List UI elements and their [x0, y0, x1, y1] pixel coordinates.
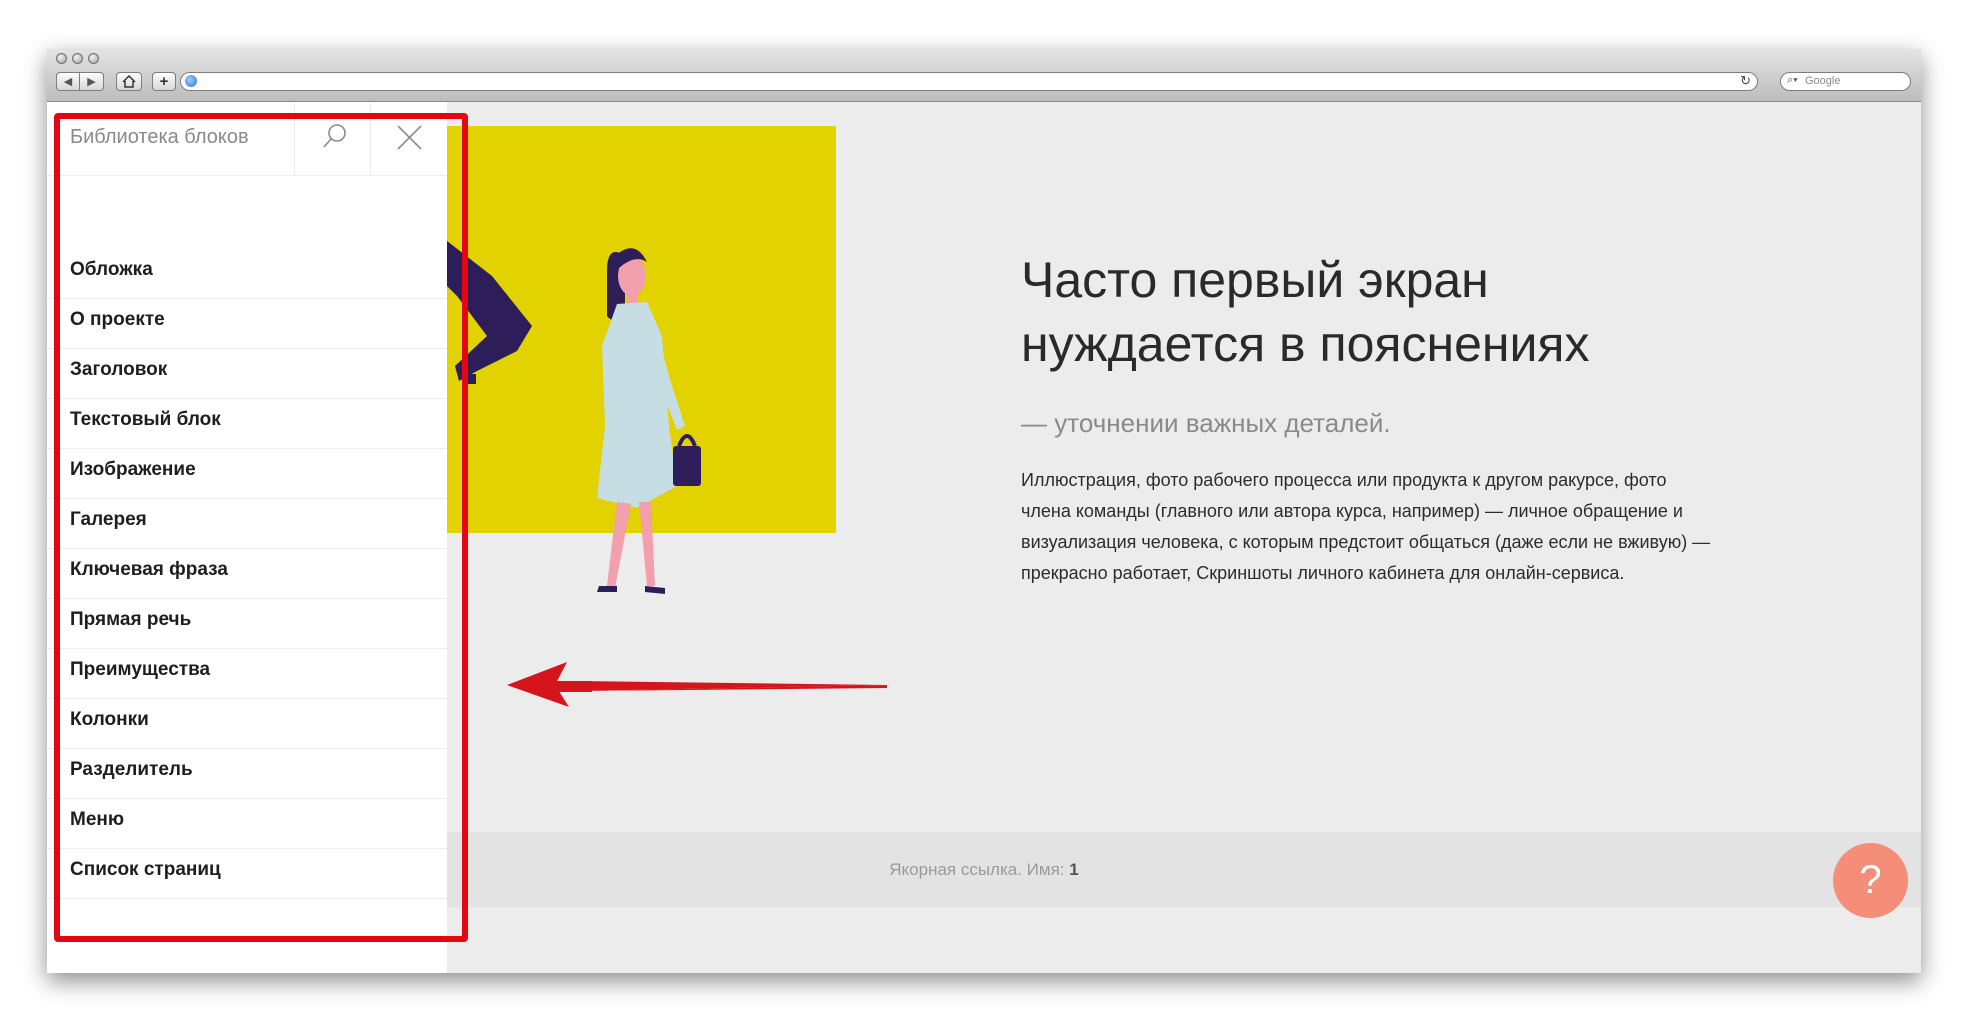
library-item-cover[interactable]: Обложка [47, 242, 447, 299]
search-icon: ⌕▾ [1787, 74, 1798, 86]
globe-icon [185, 75, 197, 87]
library-item-gallery[interactable]: Галерея [47, 492, 447, 549]
pointer-arrow [507, 662, 887, 707]
close-icon [397, 125, 422, 150]
hero-body-text: Иллюстрация, фото рабочего процесса или … [1021, 470, 1711, 583]
library-item-key-phrase[interactable]: Ключевая фраза [47, 542, 447, 599]
forward-button[interactable]: ▶ [80, 72, 104, 91]
zoom-window-button[interactable] [88, 53, 99, 64]
library-item-heading[interactable]: Заголовок [47, 342, 447, 399]
new-tab-button[interactable]: + [152, 72, 176, 91]
library-item-page-list[interactable]: Список страниц [47, 842, 447, 899]
anchor-label: Якорная ссылка. Имя: [889, 860, 1065, 879]
help-button[interactable]: ? [1833, 843, 1908, 918]
library-search-button[interactable] [294, 102, 371, 175]
search-icon [323, 124, 346, 148]
browser-search-field[interactable]: ⌕▾ Google [1780, 72, 1911, 91]
library-item-columns[interactable]: Колонки [47, 692, 447, 749]
library-item-menu[interactable]: Меню [47, 792, 447, 849]
woman-illustration [447, 241, 701, 594]
home-icon [122, 75, 136, 88]
window-controls [56, 53, 99, 64]
page-content: Часто первый экран нуждается в пояснения… [47, 102, 1921, 973]
browser-window: ◀ ▶ + ↻ ⌕▾ Google Часто первый экран нуж… [47, 49, 1921, 973]
browser-toolbar: ◀ ▶ + ↻ ⌕▾ Google [47, 49, 1921, 102]
library-item-text-block[interactable]: Текстовый блок [47, 392, 447, 449]
back-arrow-icon: ◀ [63, 76, 73, 88]
block-library-header: Библиотека блоков [47, 102, 447, 176]
reload-icon[interactable]: ↻ [1740, 73, 1751, 89]
block-library-panel: Библиотека блоков Обложка О проекте Заго… [47, 102, 447, 973]
library-item-quote[interactable]: Прямая речь [47, 592, 447, 649]
close-window-button[interactable] [56, 53, 67, 64]
home-button[interactable] [116, 72, 142, 91]
block-library-list: Обложка О проекте Заголовок Текстовый бл… [47, 242, 447, 899]
block-library-title: Библиотека блоков [70, 126, 249, 148]
forward-arrow-icon: ▶ [87, 76, 96, 88]
library-close-button[interactable] [370, 102, 448, 175]
anchor-name: 1 [1069, 860, 1079, 879]
library-item-about[interactable]: О проекте [47, 292, 447, 349]
history-navigation: ◀ ▶ [56, 72, 104, 91]
address-bar[interactable]: ↻ [180, 72, 1758, 91]
minimize-window-button[interactable] [72, 53, 83, 64]
back-button[interactable]: ◀ [56, 72, 80, 91]
hero-subtitle: — уточнении важных деталей. [1021, 408, 1391, 438]
search-placeholder: Google [1805, 75, 1841, 87]
hero-title: Часто первый экран нуждается в пояснения… [1021, 252, 1590, 372]
library-item-divider[interactable]: Разделитель [47, 742, 447, 799]
library-item-image[interactable]: Изображение [47, 442, 447, 499]
library-item-features[interactable]: Преимущества [47, 642, 447, 699]
plus-icon: + [159, 73, 169, 90]
